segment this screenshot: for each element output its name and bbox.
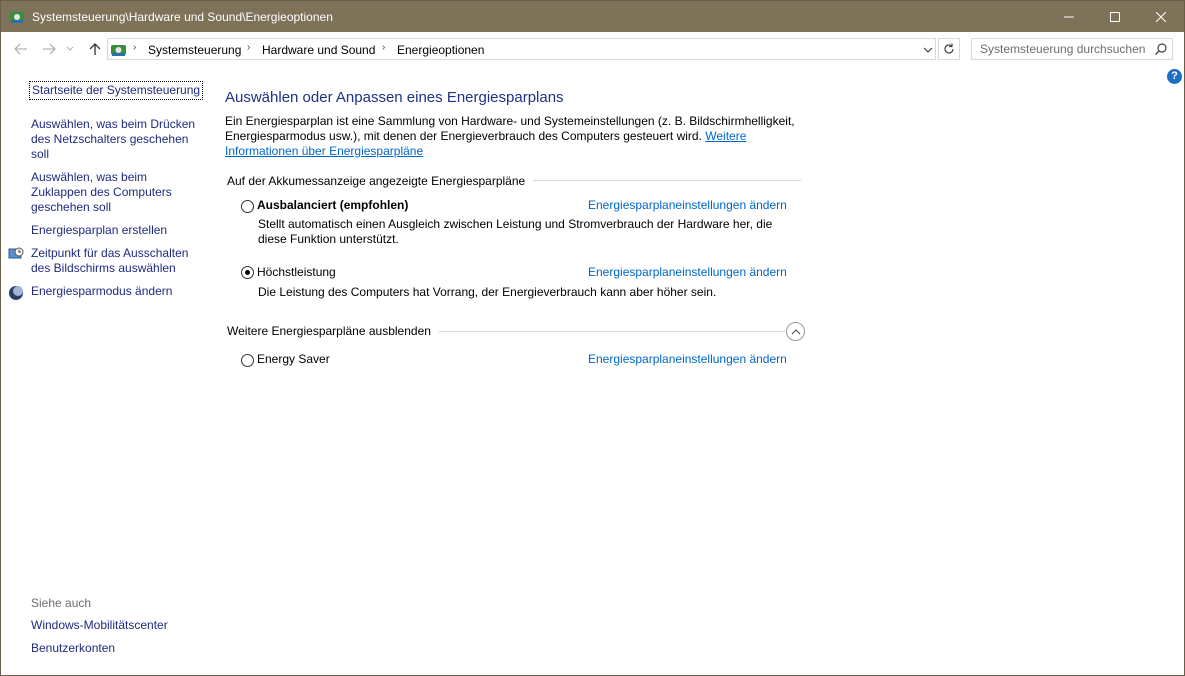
window-title: Systemsteuerung\Hardware und Sound\Energ… (32, 10, 333, 24)
maximize-button[interactable] (1092, 1, 1138, 32)
breadcrumb-systemsteuerung[interactable]: Systemsteuerung (148, 43, 241, 57)
address-bar: › Systemsteuerung › Hardware und Sound ›… (1, 32, 1184, 65)
group-label-battery-plans: Auf der Akkumessanzeige angezeigte Energ… (225, 174, 534, 188)
see-also-user-accounts[interactable]: Benutzerkonten (31, 641, 115, 656)
collapse-button[interactable] (786, 322, 805, 341)
search-input[interactable] (972, 39, 1150, 59)
breadcrumb[interactable]: › Systemsteuerung › Hardware und Sound ›… (107, 38, 936, 60)
sleep-moon-icon (8, 285, 24, 301)
refresh-button[interactable] (938, 38, 960, 60)
back-arrow-icon (14, 43, 27, 55)
close-button[interactable] (1138, 1, 1184, 32)
sidebar-link-sleep-mode[interactable]: Energiesparmodus ändern (31, 284, 172, 299)
page-title: Auswählen oder Anpassen eines Energiespa… (225, 89, 564, 106)
plan-name-energy-saver[interactable]: Energy Saver (257, 352, 330, 366)
forward-button[interactable] (40, 40, 58, 58)
see-also-mobility-center[interactable]: Windows-Mobilitätscenter (31, 618, 168, 633)
plan-settings-link-energy-saver[interactable]: Energiesparplaneinstellungen ändern (588, 352, 787, 366)
plan-name-high-performance[interactable]: Höchstleistung (257, 265, 336, 279)
chevron-right-icon[interactable]: › (133, 42, 136, 53)
radio-selected-dot (245, 270, 250, 275)
chevron-up-icon (791, 328, 800, 334)
chevron-down-icon (66, 46, 74, 51)
see-also-heading: Siehe auch (31, 596, 92, 610)
group-label-more-plans[interactable]: Weitere Energiesparpläne ausblenden (225, 324, 439, 338)
forward-arrow-icon (43, 43, 56, 55)
up-button[interactable] (86, 40, 104, 58)
radio-high-performance[interactable] (241, 266, 254, 279)
window: Systemsteuerung\Hardware und Sound\Energ… (0, 0, 1185, 676)
back-button[interactable] (12, 40, 30, 58)
sidebar-link-lid-close[interactable]: Auswählen, was beim Zuklappen des Comput… (31, 170, 181, 215)
control-panel-icon (9, 9, 25, 25)
chevron-right-icon[interactable]: › (382, 42, 385, 53)
chevron-right-icon[interactable]: › (247, 42, 250, 53)
up-arrow-icon (89, 43, 101, 55)
recent-locations-button[interactable] (64, 40, 76, 58)
control-panel-icon (110, 41, 128, 59)
sidebar-link-display-off[interactable]: Zeitpunkt für das Ausschalten des Bildsc… (31, 246, 201, 276)
address-dropdown-button[interactable] (921, 43, 935, 57)
radio-energy-saver[interactable] (241, 354, 254, 367)
display-timer-icon (8, 246, 24, 262)
chevron-down-icon (923, 47, 933, 53)
plan-settings-link-high-performance[interactable]: Energiesparplaneinstellungen ändern (588, 265, 787, 279)
help-icon[interactable]: ? (1167, 69, 1182, 84)
radio-balanced[interactable] (241, 200, 254, 213)
plan-settings-link-balanced[interactable]: Energiesparplaneinstellungen ändern (588, 198, 787, 212)
sidebar-link-power-button[interactable]: Auswählen, was beim Drücken des Netzscha… (31, 117, 203, 162)
plan-desc-high-performance: Die Leistung des Computers hat Vorrang, … (258, 285, 717, 299)
title-bar[interactable]: Systemsteuerung\Hardware und Sound\Energ… (1, 1, 1184, 32)
plan-name-balanced[interactable]: Ausbalanciert (empfohlen) (257, 198, 408, 212)
minimize-button[interactable] (1046, 1, 1092, 32)
plan-desc-balanced: Stellt automatisch einen Ausgleich zwisc… (258, 217, 773, 246)
refresh-icon (944, 43, 954, 54)
breadcrumb-energieoptionen[interactable]: Energieoptionen (397, 43, 484, 57)
intro-text: Ein Energiesparplan ist eine Sammlung vo… (225, 114, 805, 159)
search-icon[interactable] (1154, 42, 1168, 56)
breadcrumb-hardware-und-sound[interactable]: Hardware und Sound (262, 43, 375, 57)
search-box[interactable] (971, 38, 1173, 60)
sidebar-link-create-plan[interactable]: Energiesparplan erstellen (31, 223, 167, 238)
sidebar-home-link[interactable]: Startseite der Systemsteuerung (29, 81, 204, 100)
